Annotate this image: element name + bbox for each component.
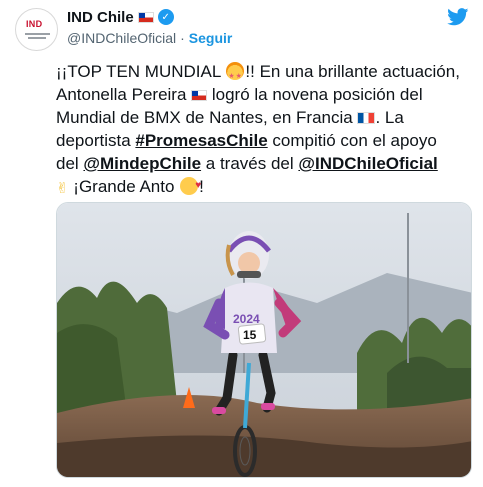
victory-hand-emoji: ✌ [56,180,69,197]
mention-link-ind[interactable]: @INDChileOficial [298,154,437,173]
handle[interactable]: @INDChileOficial [67,30,176,46]
avatar-logo-line [25,33,50,35]
tweet-photo[interactable]: 2024 15 [56,202,472,478]
tweet-card: IND IND Chile ✓ @INDChileOficial · Segui… [0,0,483,487]
verified-icon: ✓ [157,9,174,25]
tweet-text-segment: . La [375,108,404,127]
tweet-line: ¡¡TOP TEN MUNDIAL !! En una brillante ac… [56,60,476,88]
display-name[interactable]: IND Chile [67,9,134,26]
bib-number: 15 [243,328,257,342]
bmx-rider-photo: 2024 15 [57,203,471,477]
tweet-text-segment: ¡Grande Anto [68,177,180,196]
tweet-text-segment: ¡¡TOP TEN MUNDIAL [56,62,226,81]
tweet-text-segment: a través del [201,154,299,173]
star-struck-emoji [226,62,245,88]
avatar[interactable]: IND [15,8,58,51]
tweet-text-segment: del [56,154,84,173]
chile-flag-icon [191,90,208,102]
mention-link-mindep[interactable]: @MindepChile [83,154,201,173]
tweet-text-segment: Antonella Pereira [56,85,192,104]
separator: · [180,30,185,46]
tweet-line: Mundial de BMX de Nantes, en Francia . L… [56,106,476,129]
tweet-text-segment: Mundial de BMX de Nantes, en Francia [56,108,358,127]
tweet-line: deportista #PromesasChile compitió con e… [56,129,476,152]
tweet-text-segment: !! En una brillante actuación, [245,62,460,81]
chile-flag-icon [137,11,154,23]
handle-row: @INDChileOficial · Seguir [67,30,232,46]
tweet-line: del @MindepChile a través del @INDChileO… [56,152,476,175]
tweet-text: ¡¡TOP TEN MUNDIAL !! En una brillante ac… [56,60,476,200]
tweet-line: Antonella Pereira logró la novena posici… [56,83,476,106]
twitter-bird-icon[interactable] [447,8,469,26]
tweet-text-segment: deportista [56,131,136,150]
tweet-text-segment: compitió con el apoyo [267,131,437,150]
avatar-logo-line [28,37,46,39]
jersey-text: 2024 [233,312,260,326]
follow-button[interactable]: Seguir [189,30,233,46]
smiling-hearts-emoji [180,174,201,197]
hashtag-link[interactable]: #PromesasChile [135,131,267,150]
france-flag-icon [357,112,376,124]
avatar-logo-text: IND [26,19,43,29]
tweet-line: ✌ ¡Grande Anto ! [56,174,476,200]
author-name-row: IND Chile ✓ [67,8,174,26]
